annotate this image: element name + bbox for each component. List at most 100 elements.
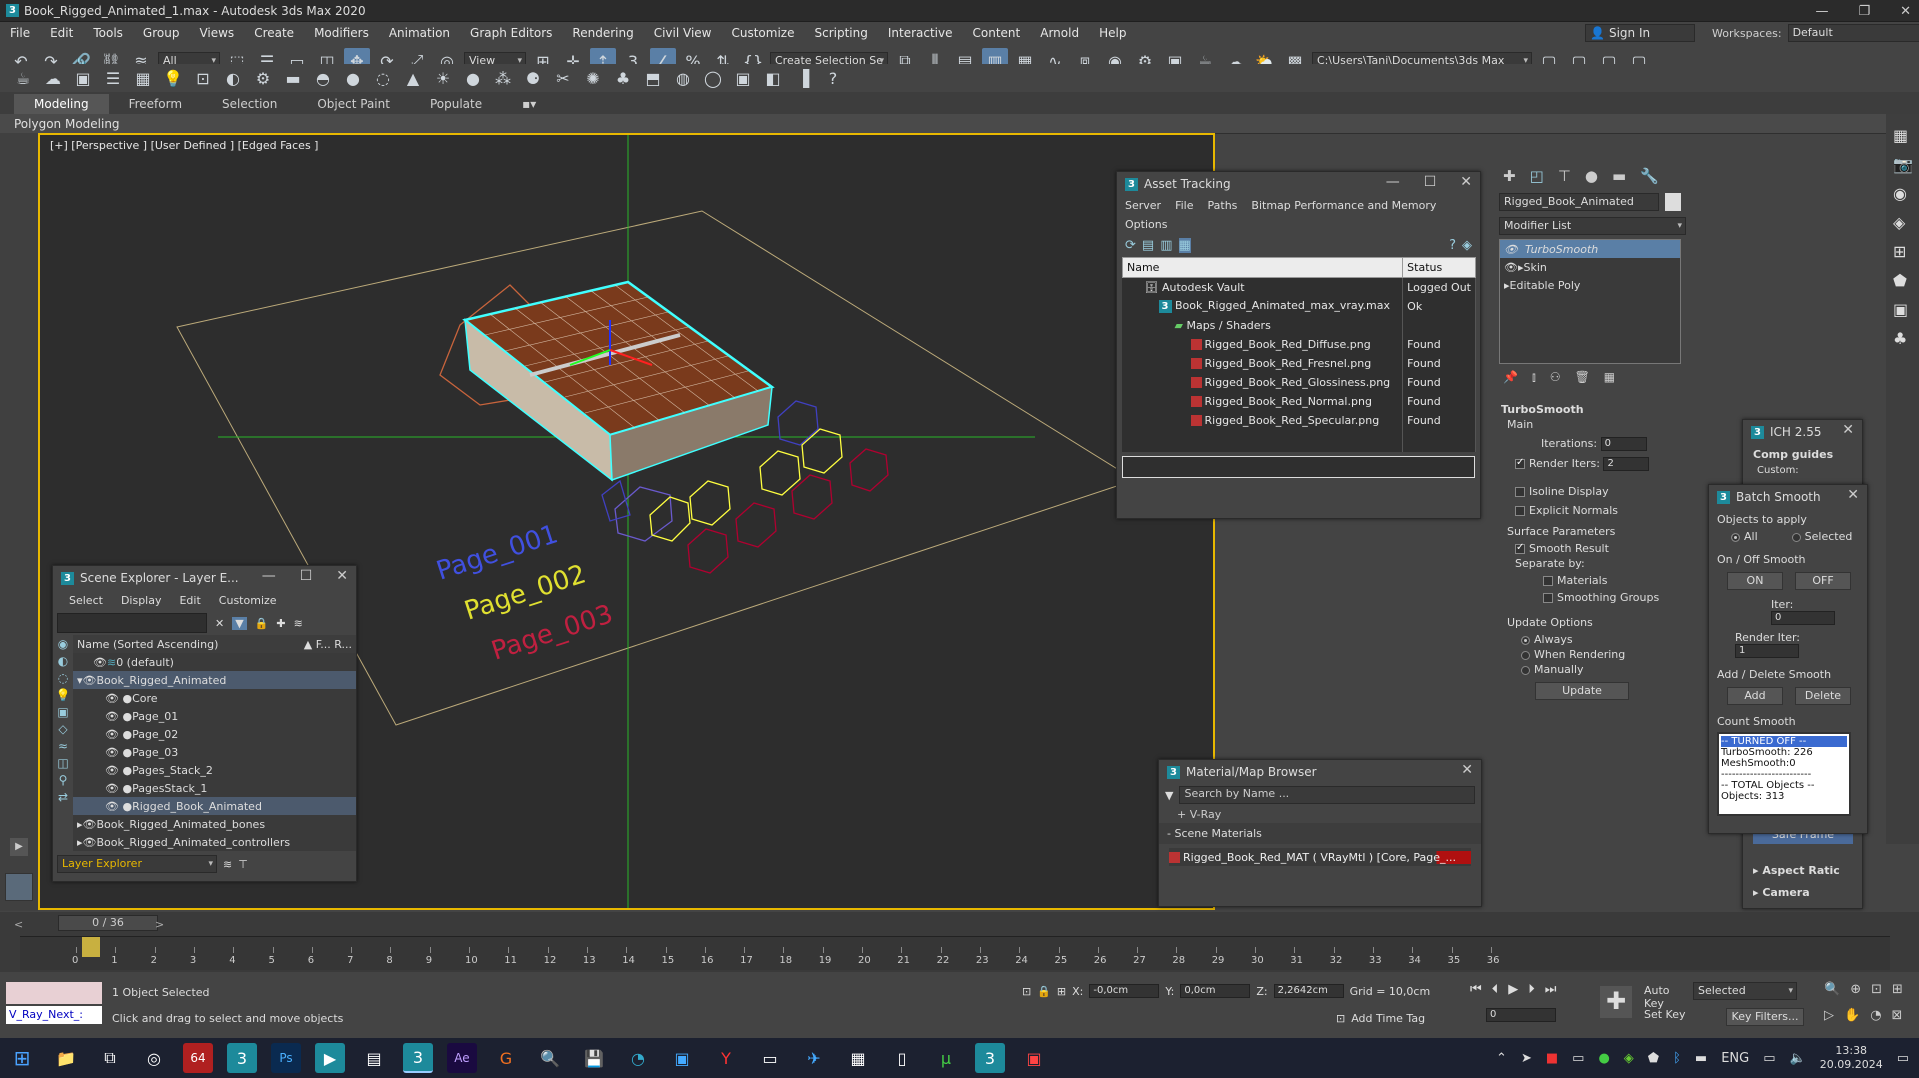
close-icon[interactable]: ✕ <box>1461 762 1473 778</box>
modifier-list-dropdown[interactable]: Modifier List <box>1499 217 1686 235</box>
tray-bluetooth-icon[interactable]: ᛒ <box>1673 1051 1681 1066</box>
menu-graph-editors[interactable]: Graph Editors <box>460 26 562 40</box>
vray-volume-icon[interactable]: ◍ <box>670 65 696 91</box>
tab-modeling[interactable]: Modeling <box>14 94 109 114</box>
bones-icon[interactable]: ⚲ <box>59 773 68 787</box>
maximize-button[interactable]: ❐ <box>1858 4 1870 19</box>
explorer-type-dropdown[interactable]: Layer Explorer <box>57 855 217 873</box>
current-frame-field[interactable]: 0 <box>1486 1008 1556 1022</box>
update-button[interactable]: Update <box>1535 682 1629 700</box>
notepad-icon[interactable]: ▤ <box>359 1043 389 1073</box>
menu-views[interactable]: Views <box>189 26 244 40</box>
task-view-icon[interactable]: ⧉ <box>95 1043 125 1073</box>
time-tag-icon[interactable]: ⊡ <box>1336 1012 1345 1025</box>
goto-end-icon[interactable]: ⏭ <box>1545 982 1557 997</box>
hierarchy-tab-icon[interactable]: ⊤ <box>1558 167 1571 185</box>
zoom-icon[interactable]: 🔍 <box>1824 982 1840 997</box>
document-icon[interactable]: ▯ <box>887 1043 917 1073</box>
prev-frame-icon[interactable]: < <box>14 918 23 931</box>
tray-app-icon[interactable]: ■ <box>1546 1051 1558 1066</box>
menu-interactive[interactable]: Interactive <box>878 26 963 40</box>
xrefs-icon[interactable]: ⇄ <box>58 790 68 804</box>
configure-sets-icon[interactable]: ▦ <box>1604 370 1615 385</box>
after-effects-icon[interactable]: Ae <box>447 1043 477 1073</box>
menu-group[interactable]: Group <box>133 26 190 40</box>
tray-nvidia-icon[interactable]: ◈ <box>1624 1051 1634 1066</box>
close-icon[interactable]: ✕ <box>1847 487 1859 503</box>
orbit-icon[interactable]: ◔ <box>1870 1008 1881 1023</box>
render-frame-icon[interactable]: ▣ <box>70 65 96 91</box>
tray-expand-icon[interactable]: ⌃ <box>1496 1051 1507 1066</box>
viewport-layout-icon[interactable] <box>5 873 33 901</box>
vray-clipper-icon[interactable]: ✂ <box>550 65 576 91</box>
scene-search-input[interactable] <box>57 613 207 633</box>
list-icon[interactable]: ☰ <box>100 65 126 91</box>
vray-material-icon[interactable]: ◯ <box>700 65 726 91</box>
pan-icon[interactable]: ✋ <box>1844 1008 1860 1023</box>
eye-icon[interactable]: 👁 ● <box>105 782 132 795</box>
tab-freeform[interactable]: Freeform <box>109 94 202 114</box>
object-color-swatch[interactable] <box>1665 193 1681 211</box>
word-app-icon[interactable]: ▣ <box>667 1043 697 1073</box>
plant-icon[interactable]: ♣ <box>1893 329 1912 348</box>
y-coordinate-field[interactable]: 0,0cm <box>1180 984 1251 998</box>
clear-search-icon[interactable]: ✕ <box>215 617 224 630</box>
minimize-icon[interactable]: — <box>1386 174 1400 190</box>
list-item[interactable]: ▸ 👁 Book_Rigged_Animated_controllers <box>73 833 356 851</box>
comp-guides-rollout[interactable]: Comp guides <box>1743 444 1862 465</box>
asset-menu-options[interactable]: Options <box>1125 218 1167 231</box>
asset-tracking-titlebar[interactable]: 3 Asset Tracking — ☐ ✕ <box>1117 172 1480 196</box>
explorer-icon[interactable]: 📁 <box>51 1043 81 1073</box>
camera-rollout[interactable]: ▸ Camera <box>1753 886 1810 899</box>
all-radio[interactable] <box>1731 532 1740 542</box>
list-item[interactable]: 👁 ≋ 0 (default) <box>73 653 356 671</box>
photoshop-icon[interactable]: Ps <box>271 1043 301 1073</box>
layers-icon[interactable]: ◈ <box>1893 213 1912 232</box>
smooth-result-checkbox[interactable] <box>1515 542 1525 554</box>
tab-populate[interactable]: Populate <box>410 94 502 114</box>
vray-group[interactable]: + V-Ray <box>1159 806 1481 823</box>
menu-animation[interactable]: Animation <box>379 26 460 40</box>
stack-item-turbosmooth[interactable]: 👁 TurboSmooth <box>1500 240 1680 258</box>
eye-icon[interactable]: 👁 <box>83 836 97 849</box>
sign-in-dropdown[interactable]: 👤 Sign In <box>1585 24 1695 42</box>
scene-menu-select[interactable]: Select <box>69 594 103 607</box>
asset-menu-bitmap[interactable]: Bitmap Performance and Memory <box>1251 199 1436 212</box>
vray-sphere-icon[interactable]: ● <box>340 65 366 91</box>
table-row[interactable]: Rigged_Book_Red_Specular.png Found <box>1122 410 1476 430</box>
ribbon-options-icon[interactable]: ▪▾ <box>502 94 556 114</box>
manually-radio[interactable] <box>1521 665 1530 675</box>
material-search-input[interactable]: Search by Name ... <box>1179 786 1475 804</box>
vray-proxy-icon[interactable]: ⚈ <box>520 65 546 91</box>
menu-help[interactable]: Help <box>1089 26 1136 40</box>
maximize-icon[interactable]: ☐ <box>1424 174 1437 190</box>
menu-modifiers[interactable]: Modifiers <box>304 26 379 40</box>
table-row[interactable]: ▰ Maps / Shaders <box>1122 315 1476 335</box>
list-item[interactable]: 👁 ● Core <box>73 689 356 707</box>
edge-icon[interactable]: ◔ <box>623 1043 653 1073</box>
iterations-spinner[interactable]: 0 <box>1600 437 1647 451</box>
search-app-icon[interactable]: 🔍 <box>535 1043 565 1073</box>
tab-object-paint[interactable]: Object Paint <box>297 94 410 114</box>
save-app-icon[interactable]: 💾 <box>579 1043 609 1073</box>
vray-decal-icon[interactable]: ⬒ <box>640 65 666 91</box>
on-button[interactable]: ON <box>1727 572 1783 590</box>
show-end-result-icon[interactable]: ⫾ <box>1532 370 1536 385</box>
pin-stack-icon[interactable]: 📌 <box>1503 370 1518 385</box>
display-tab-icon[interactable]: ▬ <box>1612 167 1626 185</box>
scene-explorer-titlebar[interactable]: 3 Scene Explorer - Layer E... — ☐ ✕ <box>53 566 356 590</box>
material-item[interactable]: Rigged_Book_Red_MAT ( VRayMtl ) [Core, P… <box>1169 848 1471 866</box>
asset-path-field[interactable] <box>1122 455 1475 478</box>
notifications-icon[interactable]: ▭ <box>1897 1051 1909 1066</box>
fov-icon[interactable]: ▷ <box>1824 1008 1834 1023</box>
cloud-icon[interactable]: ☁ <box>40 65 66 91</box>
table-row[interactable]: Rigged_Book_Red_Glossiness.png Found <box>1122 372 1476 392</box>
tray-security-icon[interactable]: ⬟ <box>1648 1051 1659 1066</box>
make-unique-icon[interactable]: ⚇ <box>1550 370 1561 385</box>
col-f-header[interactable]: ▲ F... <box>304 638 331 651</box>
lock-icon[interactable]: 🔒 <box>255 617 269 630</box>
vray-vfb-icon[interactable]: ▣ <box>730 65 756 91</box>
eye-icon[interactable]: 👁 <box>83 818 97 831</box>
asset-menu-paths[interactable]: Paths <box>1208 199 1238 212</box>
help-icon[interactable]: ? <box>820 65 846 91</box>
